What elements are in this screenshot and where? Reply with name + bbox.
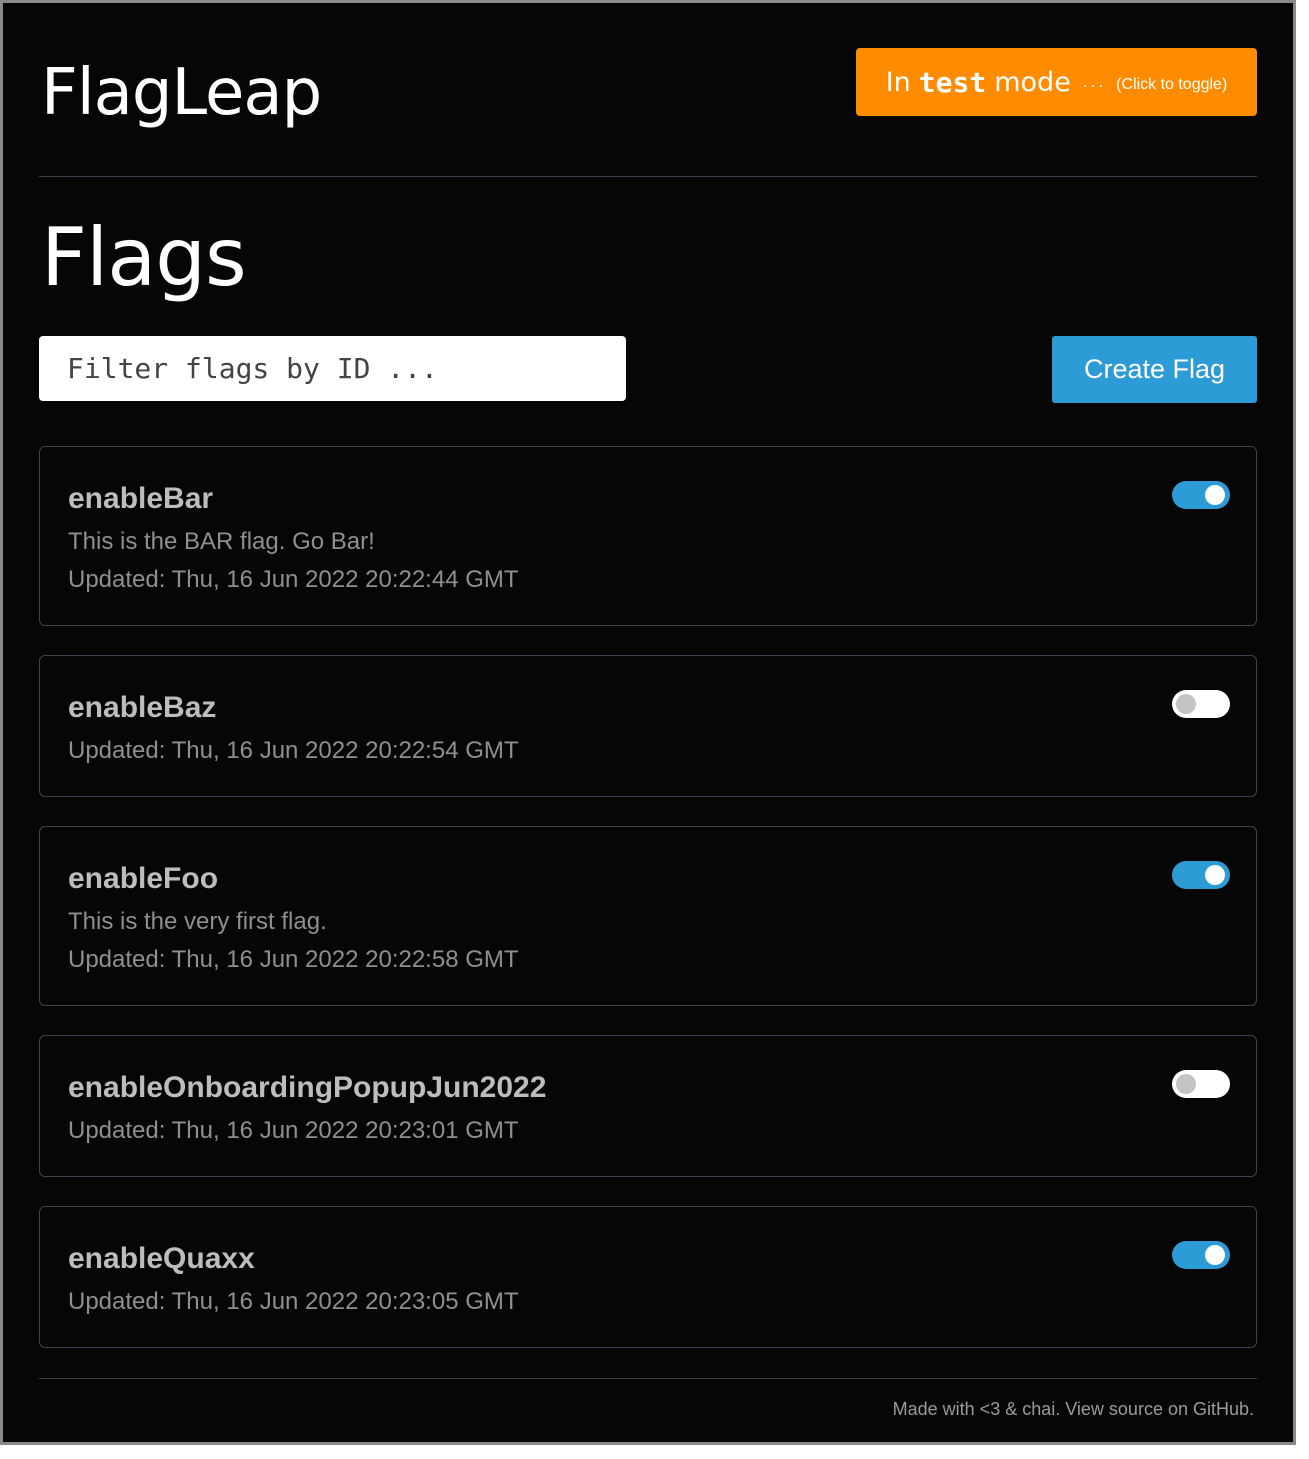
flag-card[interactable]: enableFoo This is the very first flag. U… xyxy=(39,826,1257,1006)
mode-toggle-button[interactable]: In test mode ... (Click to toggle) xyxy=(856,48,1257,116)
flag-id[interactable]: enableQuaxx xyxy=(68,1241,255,1277)
flag-card[interactable]: enableQuaxx Updated: Thu, 16 Jun 2022 20… xyxy=(39,1206,1257,1348)
switch-knob xyxy=(1176,1074,1196,1094)
flag-card[interactable]: enableBar This is the BAR flag. Go Bar! … xyxy=(39,446,1257,626)
switch-knob xyxy=(1205,485,1225,505)
flag-updated: Updated: Thu, 16 Jun 2022 20:23:01 GMT xyxy=(68,1117,519,1144)
flag-id[interactable]: enableOnboardingPopupJun2022 xyxy=(68,1070,546,1106)
flag-id[interactable]: enableFoo xyxy=(68,861,218,897)
switch-knob xyxy=(1205,865,1225,885)
mode-prefix: In xyxy=(885,66,911,98)
flag-id[interactable]: enableBaz xyxy=(68,690,216,726)
flag-toggle-switch[interactable] xyxy=(1172,481,1230,509)
app-window: FlagLeap In test mode ... (Click to togg… xyxy=(0,0,1296,1445)
footer-text[interactable]: Made with <3 & chai. View source on GitH… xyxy=(893,1399,1254,1420)
flag-toggle-switch[interactable] xyxy=(1172,1070,1230,1098)
flag-toggle-switch[interactable] xyxy=(1172,690,1230,718)
mode-dots: ... xyxy=(1082,73,1107,91)
flag-updated: Updated: Thu, 16 Jun 2022 20:22:44 GMT xyxy=(68,566,519,593)
mode-name: test xyxy=(918,65,987,99)
header-divider xyxy=(39,176,1257,177)
switch-knob xyxy=(1205,1245,1225,1265)
flag-updated: Updated: Thu, 16 Jun 2022 20:22:54 GMT xyxy=(68,737,519,764)
filter-input[interactable] xyxy=(39,336,626,401)
flag-updated: Updated: Thu, 16 Jun 2022 20:23:05 GMT xyxy=(68,1288,519,1315)
switch-knob xyxy=(1176,694,1196,714)
create-flag-button[interactable]: Create Flag xyxy=(1052,336,1257,403)
flag-toggle-switch[interactable] xyxy=(1172,861,1230,889)
flag-description: This is the BAR flag. Go Bar! xyxy=(68,528,375,555)
flag-card[interactable]: enableOnboardingPopupJun2022 Updated: Th… xyxy=(39,1035,1257,1177)
flag-description: This is the very first flag. xyxy=(68,908,327,935)
page-title: Flags xyxy=(41,211,247,304)
mode-toggle-hint: (Click to toggle) xyxy=(1116,76,1228,93)
app-title: FlagLeap xyxy=(41,56,322,130)
flag-id[interactable]: enableBar xyxy=(68,481,213,517)
flag-card[interactable]: enableBaz Updated: Thu, 16 Jun 2022 20:2… xyxy=(39,655,1257,797)
mode-suffix: mode xyxy=(994,66,1071,98)
flag-updated: Updated: Thu, 16 Jun 2022 20:22:58 GMT xyxy=(68,946,519,973)
footer-divider xyxy=(39,1378,1257,1379)
flag-toggle-switch[interactable] xyxy=(1172,1241,1230,1269)
